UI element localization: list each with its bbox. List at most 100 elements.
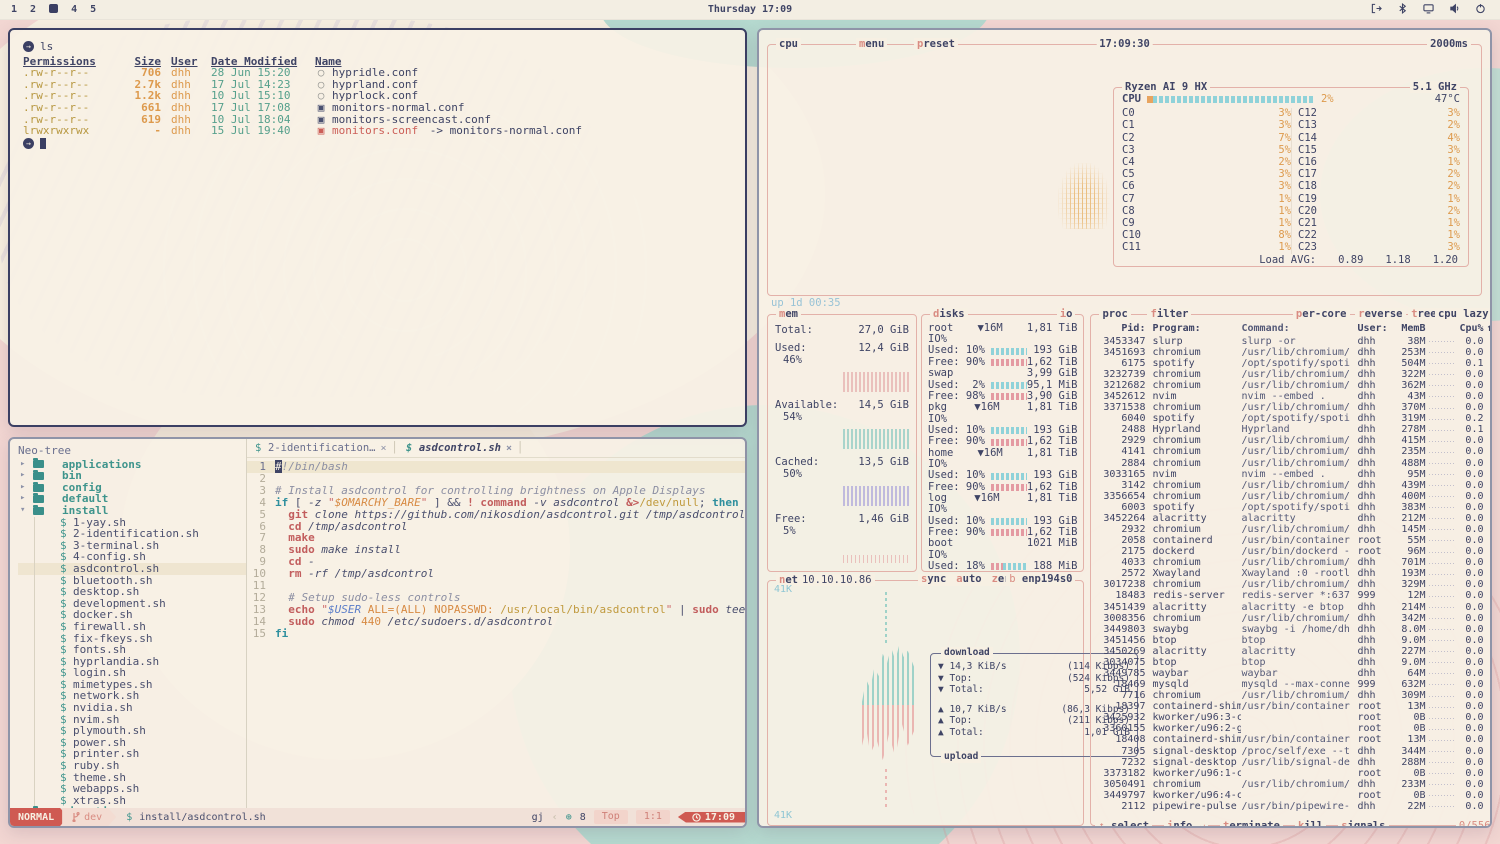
tree-item[interactable]: ▸ migrations xyxy=(18,806,246,808)
neotree-title: Neo-tree xyxy=(18,445,246,457)
tree-item[interactable]: $ firewall.sh xyxy=(18,621,246,633)
process-row[interactable]: 7305 signal-desktop /proc/self/exe --t d… xyxy=(1097,746,1492,757)
terminate-button[interactable]: terminate xyxy=(1220,821,1283,828)
close-icon[interactable]: × xyxy=(506,443,512,454)
process-row[interactable]: 3371538 chromium /usr/lib/chromium/ dhh … xyxy=(1097,402,1492,413)
select-button[interactable]: ↑ select xyxy=(1095,821,1152,828)
process-row[interactable]: 18408 containerd-shim /usr/bin/container… xyxy=(1097,735,1492,746)
tree-item[interactable]: ▸ config xyxy=(18,482,246,494)
process-row[interactable]: 3017238 chromium /usr/lib/chromium/ dhh … xyxy=(1097,580,1492,591)
process-row[interactable]: 6040 spotify /opt/spotify/spoti dhh 319M… xyxy=(1097,414,1492,425)
tree-item[interactable]: $ xtras.sh xyxy=(18,795,246,807)
process-row[interactable]: 2884 chromium /usr/lib/chromium/ dhh 488… xyxy=(1097,458,1492,469)
tree-item[interactable]: $ plymouth.sh xyxy=(18,725,246,737)
process-row[interactable]: 3451693 chromium /usr/lib/chromium/ dhh … xyxy=(1097,347,1492,358)
process-row[interactable]: 6175 spotify /opt/spotify/spoti dhh 504M… xyxy=(1097,358,1492,369)
net-toggle-button[interactable]: sync xyxy=(921,574,946,586)
cpu-history-dots xyxy=(1429,535,1455,546)
tree-item[interactable]: $ nvidia.sh xyxy=(18,702,246,714)
tree-item[interactable]: ▾ install xyxy=(18,505,246,517)
process-row[interactable]: 3451456 btop btop dhh 9.0M 0.0 xyxy=(1097,635,1492,646)
process-row[interactable]: 3449785 waybar waybar dhh 64M 0.0 xyxy=(1097,668,1492,679)
git-branch-icon xyxy=(72,812,80,822)
process-row[interactable]: 18397 containerd-shim /usr/bin/container… xyxy=(1097,702,1492,713)
code-line: 6 cd /tmp/asdcontrol xyxy=(247,521,745,533)
process-row[interactable]: 3453347 slurp slurp -or dhh 38M 0.0 xyxy=(1097,336,1492,347)
process-row[interactable]: 3451439 alacritty alacritty -e btop dhh … xyxy=(1097,602,1492,613)
process-box-title: proc xyxy=(1099,308,1130,320)
io-mode-button[interactable]: io xyxy=(1057,308,1076,320)
process-row[interactable]: 2488 Hyprland Hyprland dhh 278M 0.1 xyxy=(1097,425,1492,436)
info-button[interactable]: info ↵ xyxy=(1164,821,1208,828)
core-row: C182% xyxy=(1298,181,1460,193)
tree-item[interactable]: $ asdcontrol.sh xyxy=(18,563,246,575)
process-row[interactable]: 4141 chromium /usr/lib/chromium/ dhh 235… xyxy=(1097,447,1492,458)
tree-item[interactable]: $ webapps.sh xyxy=(18,783,246,795)
process-row[interactable]: 3232739 chromium /usr/lib/chromium/ dhh … xyxy=(1097,369,1492,380)
process-row[interactable]: 2058 containerd /usr/bin/container root … xyxy=(1097,535,1492,546)
reverse-button[interactable]: reverse xyxy=(1355,308,1405,320)
terminal-cursor xyxy=(40,138,46,149)
process-row[interactable]: 3452612 nvim nvim --embed . dhh 43M 0.0 xyxy=(1097,391,1492,402)
buffer-tab[interactable]: $ 2-identification… × │ xyxy=(255,442,398,454)
process-row[interactable]: 7716 chromium /usr/lib/chromium/ dhh 309… xyxy=(1097,691,1492,702)
process-row[interactable]: 3425932 kworker/u96:3-co root 0B 0.0 xyxy=(1097,713,1492,724)
process-row[interactable]: 7232 signal-desktop /usr/lib/signal-de d… xyxy=(1097,757,1492,768)
process-row[interactable]: 18469 mysqld mysqld --max-conne 999 632M… xyxy=(1097,679,1492,690)
clock-icon xyxy=(692,813,701,822)
process-row[interactable]: 2112 pipewire-pulse /usr/bin/pipewire- d… xyxy=(1097,801,1492,812)
tree-item[interactable]: $ hyprlandia.sh xyxy=(18,656,246,668)
cpu-history-dots xyxy=(1429,713,1455,724)
code-token: fi xyxy=(275,627,288,640)
disk-line: Used: 18%188 MiB xyxy=(928,561,1077,572)
sort-direction-icon[interactable]: ↑ xyxy=(1483,323,1492,336)
process-row[interactable]: 3142 chromium /usr/lib/chromium/ dhh 439… xyxy=(1097,480,1492,491)
process-row[interactable]: 3373182 kworker/u96:1-co root 0B 0.0 xyxy=(1097,768,1492,779)
disks-box: disks io root▼16M1,81 TiB IO% Used: 10%1… xyxy=(921,314,1084,572)
tree-item[interactable]: $ fix-fkeys.sh xyxy=(18,633,246,645)
tree-item[interactable]: $ 2-identification.sh xyxy=(18,528,246,540)
buffer-tab[interactable]: $ asdcontrol.sh × │ xyxy=(406,442,524,454)
process-row[interactable]: 3034075 btop btop dhh 9.0M 0.0 xyxy=(1097,657,1492,668)
net-toggle-button[interactable]: auto xyxy=(956,574,981,586)
process-row[interactable]: 3452264 alacritty alacritty dhh 212M 0.0 xyxy=(1097,513,1492,524)
process-row[interactable]: 2929 chromium /usr/lib/chromium/ dhh 415… xyxy=(1097,436,1492,447)
process-row[interactable]: 3212682 chromium /usr/lib/chromium/ dhh … xyxy=(1097,380,1492,391)
close-icon[interactable]: × xyxy=(380,443,386,454)
process-row[interactable]: 2932 chromium /usr/lib/chromium/ dhh 145… xyxy=(1097,524,1492,535)
shell-file-icon: $ xyxy=(60,586,68,598)
tree-item[interactable]: $ desktop.sh xyxy=(18,586,246,598)
code-area[interactable]: 1 #!/bin/bash 2 3 # Install asdcontrol f… xyxy=(247,458,745,808)
process-row[interactable]: 3360155 kworker/u96:2-gf root 0B 0.0 xyxy=(1097,724,1492,735)
process-row[interactable]: 3008356 chromium /usr/lib/chromium/ dhh … xyxy=(1097,613,1492,624)
shell-file-icon: $ xyxy=(60,760,68,772)
core-row: C81% xyxy=(1122,206,1291,218)
sort-selector[interactable]: cpu lazy xyxy=(1435,308,1492,320)
preset-button[interactable]: preset xyxy=(914,38,958,50)
process-row[interactable]: 2572 Xwayland Xwayland :0 -rootl dhh 193… xyxy=(1097,569,1492,580)
process-row[interactable]: 3356654 chromium /usr/lib/chromium/ dhh … xyxy=(1097,491,1492,502)
tree-item[interactable]: $ ruby.sh xyxy=(18,760,246,772)
filter-button[interactable]: filter xyxy=(1147,308,1191,320)
process-row[interactable]: 3450269 alacritty alacritty dhh 227M 0.0 xyxy=(1097,646,1492,657)
process-row[interactable]: 3449803 swaybg swaybg -i /home/dh dhh 8.… xyxy=(1097,624,1492,635)
process-row[interactable]: 18483 redis-server redis-server *:637 99… xyxy=(1097,591,1492,602)
tree-item[interactable]: $ fonts.sh xyxy=(18,644,246,656)
tree-item[interactable]: $ printer.sh xyxy=(18,748,246,760)
process-row[interactable]: 6003 spotify /opt/spotify/spoti dhh 383M… xyxy=(1097,502,1492,513)
menu-button[interactable]: menu xyxy=(856,38,887,50)
tree-item[interactable]: ▸ applications xyxy=(18,459,246,471)
update-interval[interactable]: 2000ms xyxy=(1427,38,1471,50)
process-row[interactable]: 4033 chromium /usr/lib/chromium/ dhh 701… xyxy=(1097,558,1492,569)
kill-button[interactable]: kill xyxy=(1295,821,1326,828)
process-row[interactable]: 3449797 kworker/u96:4-co root 0B 0.0 xyxy=(1097,790,1492,801)
tree-item[interactable]: ▸ bin xyxy=(18,470,246,482)
process-row[interactable]: 3050491 chromium /usr/lib/chromium/ dhh … xyxy=(1097,779,1492,790)
process-row[interactable]: 2175 dockerd /usr/bin/dockerd - root 96M… xyxy=(1097,546,1492,557)
per-core-button[interactable]: per-core xyxy=(1293,308,1350,320)
process-row[interactable]: 3033165 nvim nvim --embed . dhh 95M 0.0 xyxy=(1097,469,1492,480)
disk-line: log▼16M1,81 TiB xyxy=(928,493,1077,504)
tree-item-label: fonts.sh xyxy=(73,644,126,656)
tree-item[interactable]: ▸ default xyxy=(18,493,246,505)
signals-button[interactable]: signals xyxy=(1338,821,1388,828)
